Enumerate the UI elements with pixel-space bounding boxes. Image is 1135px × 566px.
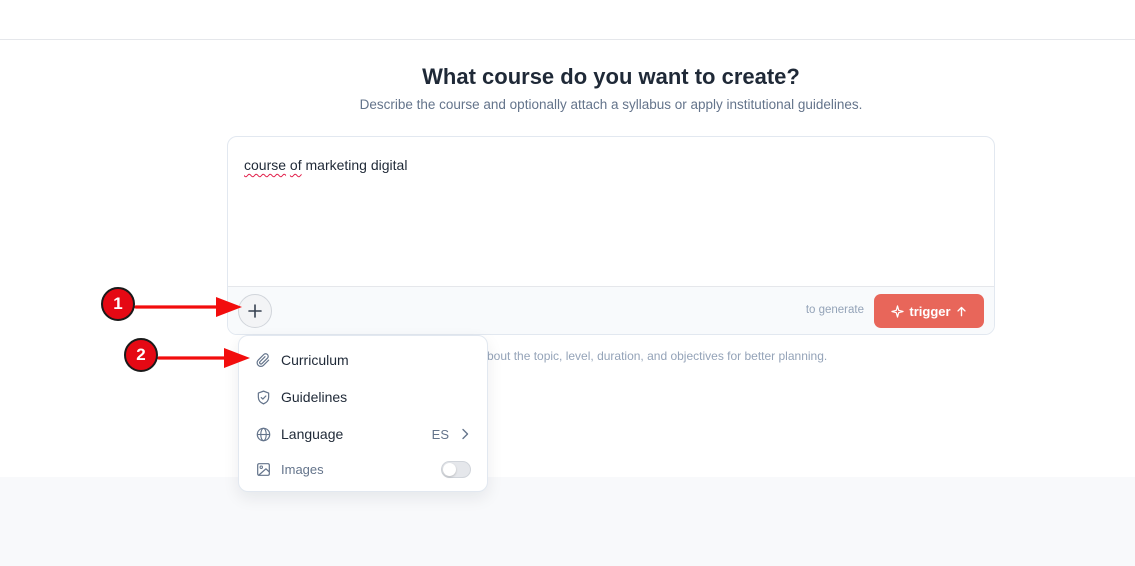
paperclip-icon (255, 352, 271, 368)
menu-item-label: Images (281, 461, 324, 477)
attach-menu: Curriculum Guidelines Language ES Images (238, 335, 488, 492)
image-icon (255, 461, 271, 477)
annotation-badge-2: 2 (124, 338, 158, 372)
page-subtitle: Describe the course and optionally attac… (359, 97, 863, 112)
annotation-arrow-1 (134, 297, 242, 317)
course-prompt-composer: course of marketing digital to generate … (227, 136, 995, 335)
arrow-up-icon (956, 306, 966, 316)
prompt-word-course: course (244, 157, 287, 173)
toggle-knob (443, 463, 456, 476)
language-value: ES (431, 426, 449, 442)
trigger-button[interactable]: trigger (874, 294, 984, 328)
menu-item-curriculum[interactable]: Curriculum (239, 342, 487, 378)
menu-item-label: Language (281, 426, 344, 442)
menu-item-guidelines[interactable]: Guidelines (239, 379, 487, 415)
menu-item-label: Curriculum (281, 352, 349, 368)
prompt-word-of: of (289, 157, 302, 173)
top-bar (0, 0, 1135, 40)
images-toggle[interactable] (441, 461, 471, 478)
plus-icon (248, 304, 262, 318)
prompt-text-rest: marketing digital (305, 157, 408, 173)
menu-item-images: Images (239, 451, 487, 487)
shield-check-icon (255, 389, 271, 405)
composer-footer: to generate trigger (228, 286, 994, 334)
menu-item-language[interactable]: Language ES (239, 416, 487, 452)
annotation-badge-1: 1 (101, 287, 135, 321)
annotation-arrow-2 (157, 348, 250, 368)
page-footer-band (0, 477, 1135, 566)
prompt-textarea[interactable]: course of marketing digital (244, 157, 407, 173)
trigger-label: trigger (909, 303, 951, 319)
chevron-right-icon (459, 427, 471, 446)
generate-hint: to generate (805, 304, 864, 316)
menu-item-label: Guidelines (281, 389, 348, 405)
composer-tip: bout the topic, level, duration, and obj… (487, 349, 828, 363)
page-title: What course do you want to create? (422, 64, 800, 89)
globe-icon (255, 426, 271, 442)
sparkle-icon (891, 304, 905, 318)
